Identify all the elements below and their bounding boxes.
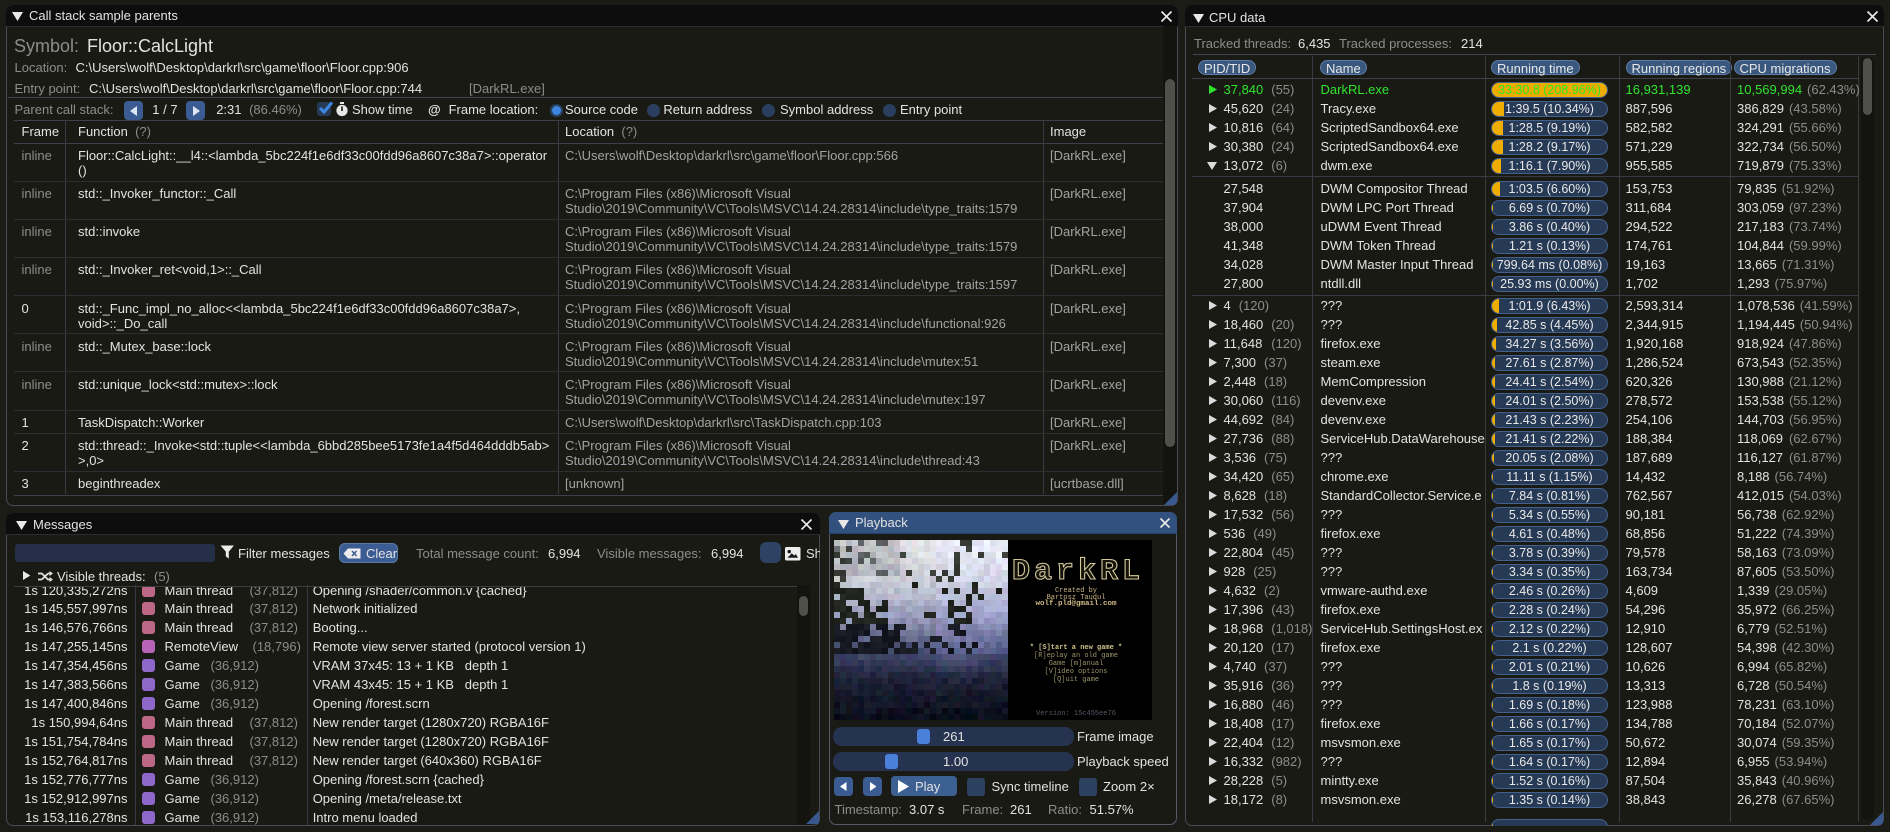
svg-text:DarkRL: DarkRL xyxy=(1012,555,1144,589)
